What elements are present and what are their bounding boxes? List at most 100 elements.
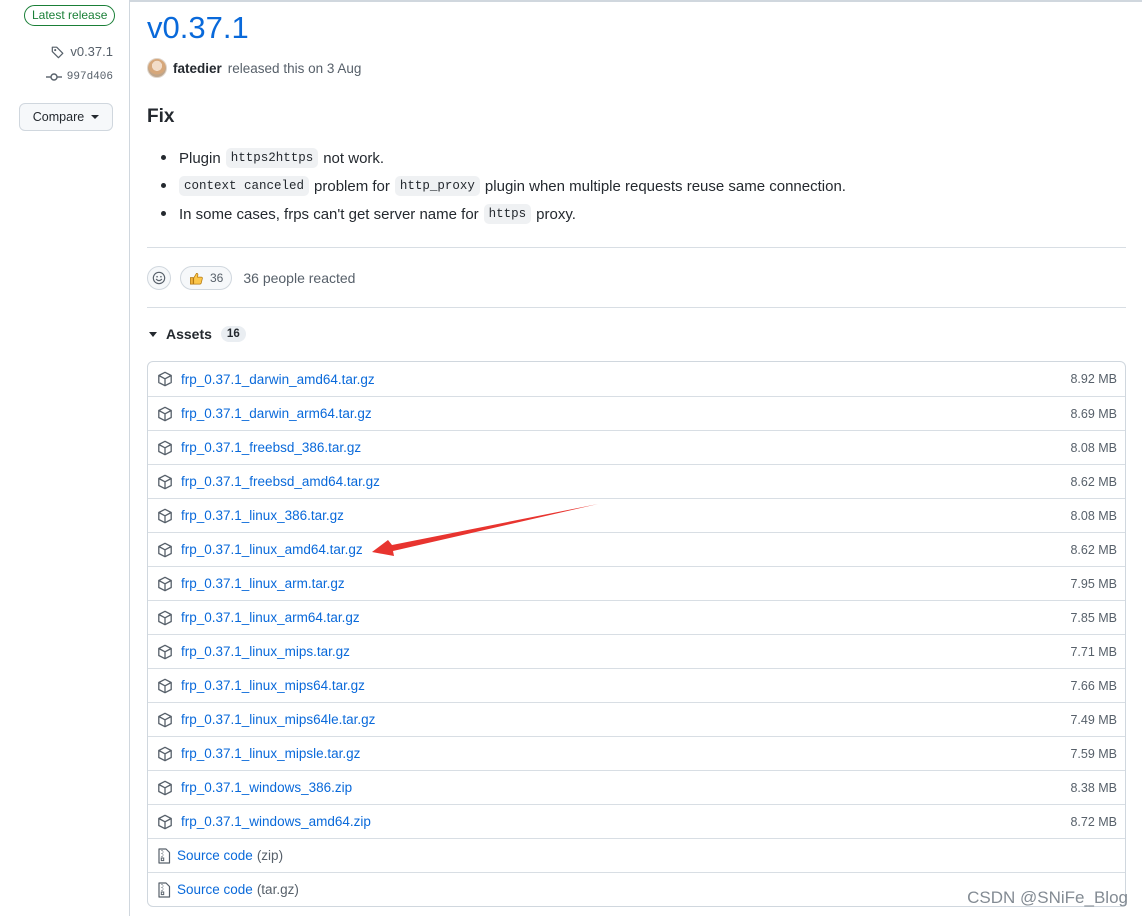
asset-link[interactable]: frp_0.37.1_linux_amd64.tar.gz (181, 542, 363, 557)
package-icon (157, 576, 173, 592)
thumbs-up-reaction[interactable]: 36 (180, 266, 233, 290)
reactions-bar: 36 36 people reacted (147, 266, 355, 290)
divider (147, 307, 1126, 308)
asset-row: frp_0.37.1_linux_arm64.tar.gz 7.85 MB (148, 600, 1125, 634)
commit-sha: 997d406 (66, 71, 113, 83)
asset-size: 8.72 MB (1070, 814, 1117, 829)
asset-link[interactable]: frp_0.37.1_linux_arm64.tar.gz (181, 610, 360, 625)
asset-link[interactable]: frp_0.37.1_windows_amd64.zip (181, 814, 371, 829)
package-icon (157, 542, 173, 558)
asset-link[interactable]: frp_0.37.1_linux_mips64.tar.gz (181, 678, 365, 693)
asset-row: frp_0.37.1_linux_mips.tar.gz 7.71 MB (148, 634, 1125, 668)
note-text: not work. (323, 149, 385, 167)
source-code-row: Source code (zip) (148, 838, 1125, 872)
asset-size: 8.38 MB (1070, 780, 1117, 795)
asset-link[interactable]: frp_0.37.1_darwin_amd64.tar.gz (181, 372, 375, 387)
asset-link[interactable]: frp_0.37.1_windows_386.zip (181, 780, 352, 795)
source-code-format: (zip) (256, 848, 284, 863)
asset-size: 8.08 MB (1070, 508, 1117, 523)
add-reaction-button[interactable] (147, 266, 171, 290)
asset-size: 8.08 MB (1070, 440, 1117, 455)
asset-size: 7.66 MB (1070, 678, 1117, 693)
asset-size: 7.59 MB (1070, 746, 1117, 761)
top-border (130, 0, 1142, 2)
asset-link[interactable]: frp_0.37.1_linux_arm.tar.gz (181, 576, 345, 591)
inline-code: context canceled (179, 176, 310, 196)
source-code-link[interactable]: Source code (177, 848, 253, 863)
latest-release-badge: Latest release (24, 5, 116, 26)
asset-row: frp_0.37.1_freebsd_386.tar.gz 8.08 MB (148, 430, 1125, 464)
source-code-link[interactable]: Source code (177, 882, 253, 897)
asset-row: frp_0.37.1_linux_mips64le.tar.gz 7.49 MB (148, 702, 1125, 736)
file-zip-icon (157, 881, 173, 898)
release-date-text: released this on 3 Aug (227, 60, 362, 76)
inline-code: http_proxy (394, 176, 480, 196)
asset-row: frp_0.37.1_windows_amd64.zip 8.72 MB (148, 804, 1125, 838)
tag-label: v0.37.1 (70, 44, 113, 59)
asset-size: 8.92 MB (1070, 372, 1117, 386)
tag-link[interactable]: v0.37.1 (51, 44, 113, 59)
package-icon (157, 678, 173, 694)
commit-link[interactable]: 997d406 (45, 71, 113, 83)
asset-row: frp_0.37.1_darwin_arm64.tar.gz 8.69 MB (148, 396, 1125, 430)
asset-link[interactable]: frp_0.37.1_linux_386.tar.gz (181, 508, 344, 523)
package-icon (157, 440, 173, 456)
asset-row: frp_0.37.1_linux_amd64.tar.gz 8.62 MB (148, 532, 1125, 566)
watermark: CSDN @SNiFe_Blog (967, 888, 1128, 907)
asset-size: 7.49 MB (1070, 712, 1117, 727)
author-link[interactable]: fatedier (173, 61, 222, 76)
list-item: In some cases, frps can't get server nam… (161, 200, 846, 228)
assets-label: Assets (166, 326, 212, 342)
smiley-icon (152, 271, 166, 285)
list-item: context canceled problem for http_proxy … (161, 172, 846, 200)
asset-size: 7.85 MB (1070, 610, 1117, 625)
asset-size: 8.62 MB (1070, 474, 1117, 489)
reaction-count: 36 (210, 271, 224, 285)
package-icon (157, 780, 173, 796)
file-zip-icon (157, 847, 173, 864)
assets-toggle[interactable]: Assets 16 (149, 326, 246, 342)
note-text: plugin when multiple requests reuse same… (484, 177, 846, 195)
asset-size: 7.71 MB (1070, 644, 1117, 659)
release-sidebar: Latest release v0.37.1 997d406 Compare (0, 0, 129, 916)
package-icon (157, 474, 173, 490)
note-text: problem for (314, 177, 390, 195)
inline-code: https (483, 204, 532, 224)
note-text: In some cases, frps can't get server nam… (179, 205, 479, 223)
release-byline: fatedier released this on 3 Aug (147, 58, 361, 78)
chevron-down-icon (91, 115, 100, 119)
compare-button[interactable]: Compare (19, 103, 113, 131)
asset-row: frp_0.37.1_linux_386.tar.gz 8.08 MB (148, 498, 1125, 532)
package-icon (157, 712, 173, 728)
list-item: Plugin https2https not work. (161, 144, 846, 172)
package-icon (157, 610, 173, 626)
asset-link[interactable]: frp_0.37.1_linux_mipsle.tar.gz (181, 746, 360, 761)
release-title[interactable]: v0.37.1 (147, 10, 249, 46)
asset-link[interactable]: frp_0.37.1_darwin_arm64.tar.gz (181, 406, 372, 421)
package-icon (157, 746, 173, 762)
asset-row: frp_0.37.1_windows_386.zip 8.38 MB (148, 770, 1125, 804)
package-icon (157, 814, 173, 830)
asset-size: 8.69 MB (1070, 406, 1117, 421)
divider (147, 247, 1126, 248)
commit-icon (45, 72, 62, 82)
package-icon (157, 644, 173, 660)
note-text: proxy. (536, 205, 576, 223)
notes-heading: Fix (147, 106, 175, 127)
asset-row: frp_0.37.1_darwin_amd64.tar.gz 8.92 MB (148, 362, 1125, 396)
assets-list: frp_0.37.1_darwin_amd64.tar.gz 8.92 MB frp… (147, 361, 1126, 907)
assets-count-badge: 16 (220, 326, 246, 342)
asset-link[interactable]: frp_0.37.1_linux_mips.tar.gz (181, 644, 350, 659)
asset-row: frp_0.37.1_linux_mips64.tar.gz 7.66 MB (148, 668, 1125, 702)
inline-code: https2https (225, 148, 319, 168)
avatar[interactable] (147, 58, 167, 78)
reaction-summary: 36 people reacted (243, 270, 356, 286)
asset-link[interactable]: frp_0.37.1_linux_mips64le.tar.gz (181, 712, 375, 727)
source-code-format: (tar.gz) (256, 882, 299, 897)
tag-icon (51, 45, 65, 59)
timeline-divider (129, 0, 130, 916)
asset-link[interactable]: frp_0.37.1_freebsd_amd64.tar.gz (181, 474, 380, 489)
asset-row: frp_0.37.1_linux_mipsle.tar.gz 7.59 MB (148, 736, 1125, 770)
triangle-down-icon (149, 331, 157, 337)
asset-link[interactable]: frp_0.37.1_freebsd_386.tar.gz (181, 440, 361, 455)
